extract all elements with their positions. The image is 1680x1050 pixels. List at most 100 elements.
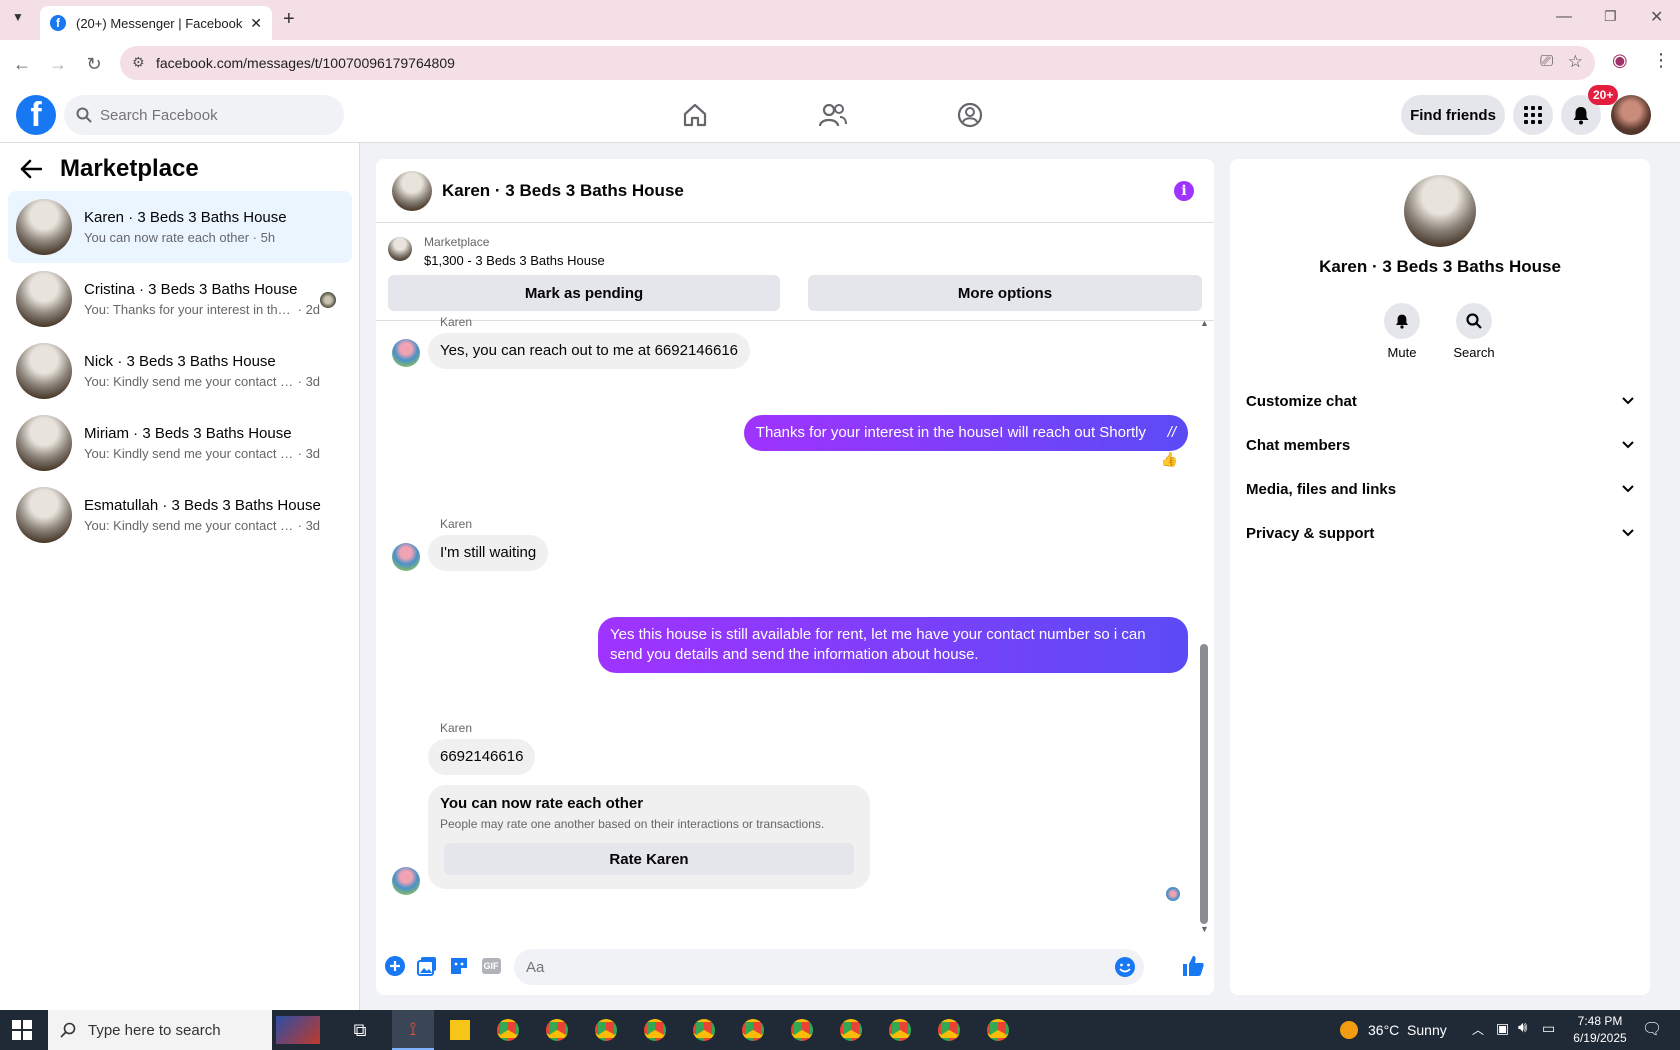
close-tab-icon[interactable]: ✕ [250, 15, 262, 32]
mute-label: Mute [1387, 345, 1417, 360]
details-listing-thumbnail[interactable] [1404, 175, 1476, 247]
conversation-name: Karen · 3 Beds 3 Baths House [84, 209, 287, 226]
chat-members-row[interactable]: Chat members [1246, 425, 1634, 465]
clock[interactable]: 7:48 PM 6/19/2025 [1568, 1013, 1632, 1047]
chrome-icon[interactable] [737, 1016, 769, 1044]
account-avatar[interactable] [1611, 95, 1651, 135]
browser-tab-messenger[interactable]: f (20+) Messenger | Facebook ✕ [40, 6, 272, 40]
chrome-icon[interactable] [884, 1016, 916, 1044]
bell-icon [1396, 314, 1408, 329]
home-nav-icon[interactable] [640, 95, 750, 135]
bookmark-star-icon[interactable]: ☆ [1568, 52, 1583, 72]
chat-listing-thumbnail[interactable] [392, 170, 432, 211]
chat-title[interactable]: Karen · 3 Beds 3 Baths House [442, 181, 684, 201]
rate-card-description: People may rate one another based on the… [440, 817, 825, 831]
address-bar[interactable]: ⚙ facebook.com/messages/t/10070096179764… [120, 46, 1595, 80]
task-view-icon[interactable]: ⧉ [344, 1016, 376, 1044]
site-info-icon[interactable]: ⚙ [132, 54, 145, 71]
meet-now-icon[interactable]: ▣ [1496, 1020, 1509, 1037]
incoming-message[interactable]: I'm still waiting [428, 535, 549, 571]
groups-nav-icon[interactable] [915, 95, 1025, 135]
chrome-icon[interactable] [835, 1016, 867, 1044]
weather-widget[interactable]: 36°C Sunny [1340, 1010, 1447, 1050]
gif-icon[interactable]: GIF [480, 955, 502, 977]
menu-grid-button[interactable] [1513, 95, 1553, 135]
taskbar-search-box[interactable]: Type here to search [48, 1010, 272, 1050]
volume-icon[interactable]: 🔊︎ [1518, 1019, 1527, 1036]
chrome-icon[interactable] [982, 1016, 1014, 1044]
new-tab-icon[interactable]: + [283, 8, 295, 31]
chrome-icon[interactable] [786, 1016, 818, 1044]
profile-icon[interactable]: ◉ [1612, 50, 1628, 71]
mute-action[interactable]: Mute [1372, 303, 1432, 360]
friends-nav-icon[interactable] [778, 95, 888, 135]
chrome-icon[interactable] [541, 1016, 573, 1044]
sticker-icon[interactable] [448, 955, 470, 977]
outgoing-message[interactable]: Thanks for your interest in the houseI w… [743, 415, 1188, 451]
back-arrow-icon[interactable] [20, 159, 42, 179]
privacy-support-row[interactable]: Privacy & support [1246, 513, 1634, 553]
mark-as-pending-button[interactable]: Mark as pending [388, 275, 780, 311]
conversation-time: · 3d [297, 446, 321, 461]
conversation-item-miriam[interactable]: Miriam · 3 Beds 3 Baths House You: Kindl… [8, 407, 352, 479]
conversation-details-panel: Karen · 3 Beds 3 Baths House Mute Search… [1230, 159, 1650, 995]
windows-start-icon[interactable] [12, 1020, 32, 1040]
incoming-message[interactable]: 6692146616 [428, 739, 536, 775]
chrome-icon[interactable] [492, 1016, 524, 1044]
browser-menu-icon[interactable]: ⋮ [1652, 50, 1670, 71]
photo-icon[interactable] [416, 955, 438, 977]
back-icon[interactable]: ← [10, 52, 34, 76]
search-action[interactable]: Search [1444, 303, 1504, 360]
show-hidden-icons-chevron-icon[interactable]: ︿ [1472, 1021, 1484, 1038]
install-app-icon[interactable]: ⎚ [1540, 53, 1553, 71]
tab-list-chevron-icon[interactable]: ▼ [12, 10, 24, 24]
listing-thumbnail [16, 487, 72, 543]
chrome-icon[interactable] [639, 1016, 671, 1044]
facebook-logo-icon[interactable]: f [16, 95, 56, 135]
listing-price[interactable]: $1,300 - 3 Beds 3 Baths House [424, 253, 605, 268]
search-facebook-input[interactable] [100, 106, 320, 124]
conversation-preview: You can now rate each other [84, 230, 250, 245]
reload-icon[interactable]: ↻ [82, 52, 106, 76]
plus-icon[interactable] [384, 955, 406, 977]
notification-center-icon[interactable]: 🗨︎ [1642, 1019, 1662, 1039]
outgoing-message[interactable]: Yes this house is still available for re… [598, 617, 1188, 673]
chrome-icon[interactable] [688, 1016, 720, 1044]
rate-karen-button[interactable]: Rate Karen [444, 843, 854, 875]
find-friends-button[interactable]: Find friends [1401, 95, 1505, 135]
info-icon[interactable]: i [1174, 181, 1194, 201]
network-icon[interactable]: ▭ [1542, 1020, 1555, 1037]
customize-chat-row[interactable]: Customize chat [1246, 381, 1634, 421]
chrome-icon[interactable] [933, 1016, 965, 1044]
forward-icon[interactable]: → [46, 52, 70, 76]
chrome-icon[interactable] [590, 1016, 622, 1044]
taskbar-app-active[interactable]: ⟟ [392, 1010, 434, 1050]
news-widget-icon[interactable] [274, 1016, 322, 1044]
more-options-button[interactable]: More options [808, 275, 1202, 311]
windows-taskbar: Type here to search ⧉ ⟟ 36°C Sunny ︿ ▣ 🔊… [0, 1010, 1680, 1050]
search-facebook-box[interactable] [64, 95, 344, 135]
minimize-icon[interactable]: — [1556, 8, 1572, 26]
scrollbar-thumb[interactable] [1200, 644, 1208, 924]
incoming-message[interactable]: Yes, you can reach out to me at 66921466… [428, 333, 751, 369]
thumbs-up-send-icon[interactable] [1180, 953, 1206, 979]
clock-date: 6/19/2025 [1573, 1031, 1627, 1045]
conversation-item-karen[interactable]: Karen · 3 Beds 3 Baths House You can now… [8, 191, 352, 263]
conversation-time: · 3d [297, 374, 321, 389]
conversation-item-esmatullah[interactable]: Esmatullah · 3 Beds 3 Baths House You: K… [8, 479, 352, 551]
sender-avatar [392, 867, 420, 895]
scroll-down-arrow-icon[interactable]: ▼ [1200, 924, 1209, 934]
conversation-item-cristina[interactable]: Cristina · 3 Beds 3 Baths House You: Tha… [8, 263, 352, 335]
restore-icon[interactable]: ❐ [1604, 8, 1617, 25]
conversation-item-nick[interactable]: Nick · 3 Beds 3 Baths House You: Kindly … [8, 335, 352, 407]
media-files-links-row[interactable]: Media, files and links [1246, 469, 1634, 509]
scroll-up-arrow-icon[interactable]: ▲ [1200, 318, 1209, 328]
message-input[interactable] [526, 958, 1106, 976]
chat-scrollbar[interactable]: ▲ ▼ [1200, 318, 1209, 934]
thumbs-up-reaction-icon[interactable]: 👍 [1161, 451, 1178, 468]
search-icon [1466, 313, 1482, 329]
close-window-icon[interactable]: ✕ [1650, 7, 1663, 27]
sticky-notes-icon[interactable] [444, 1016, 476, 1044]
message-input-wrapper[interactable] [514, 949, 1144, 985]
emoji-icon[interactable] [1114, 956, 1136, 983]
